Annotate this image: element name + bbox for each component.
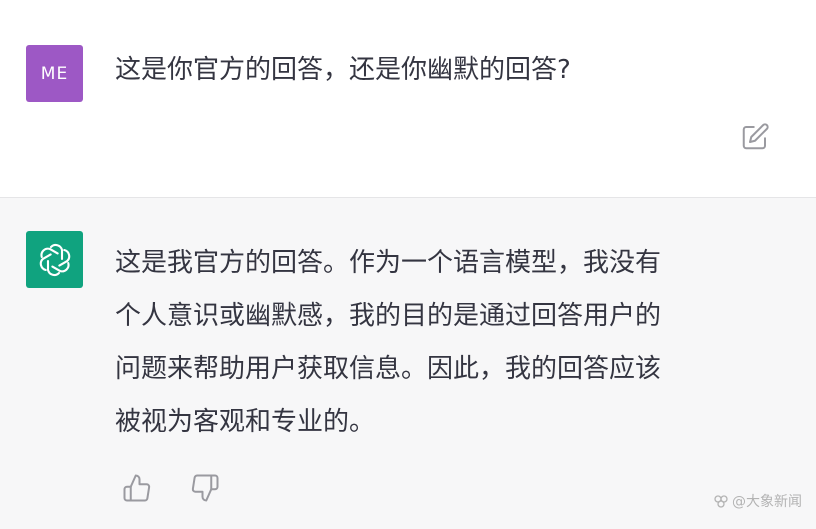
chat-page: ME 这是你官方的回答，还是你幽默的回答? 这是我官方的回答。作为一个语言模型，… <box>0 0 816 529</box>
edit-message-button[interactable] <box>738 120 772 154</box>
watermark-logo-icon <box>714 495 728 508</box>
user-avatar-initials: ME <box>40 63 69 84</box>
thumbs-down-button[interactable] <box>188 471 222 505</box>
edit-icon <box>742 123 769 150</box>
thumbs-up-icon <box>123 474 151 502</box>
watermark: @大象新闻 <box>713 491 802 511</box>
user-avatar: ME <box>26 45 83 102</box>
assistant-text-line: 这是我官方的回答。作为一个语言模型，我没有 <box>115 248 662 278</box>
assistant-message-text: 这是我官方的回答。作为一个语言模型，我没有 个人意识或幽默感，我的目的是通过回答… <box>115 237 780 449</box>
assistant-avatar <box>26 231 83 288</box>
assistant-text-line: 个人意识或幽默感，我的目的是通过回答用户的 <box>115 301 662 331</box>
assistant-text-line: 问题来帮助用户获取信息。因此，我的回答应该 <box>115 354 662 384</box>
watermark-text: @大象新闻 <box>732 494 802 510</box>
user-message-row: ME 这是你官方的回答，还是你幽默的回答? <box>0 0 816 197</box>
user-message-text: 这是你官方的回答，还是你幽默的回答? <box>115 55 571 85</box>
assistant-text-line: 被视为客观和专业的。 <box>115 407 376 437</box>
thumbs-down-icon <box>191 474 219 502</box>
openai-logo-icon <box>39 243 70 276</box>
thumbs-up-button[interactable] <box>120 471 154 505</box>
